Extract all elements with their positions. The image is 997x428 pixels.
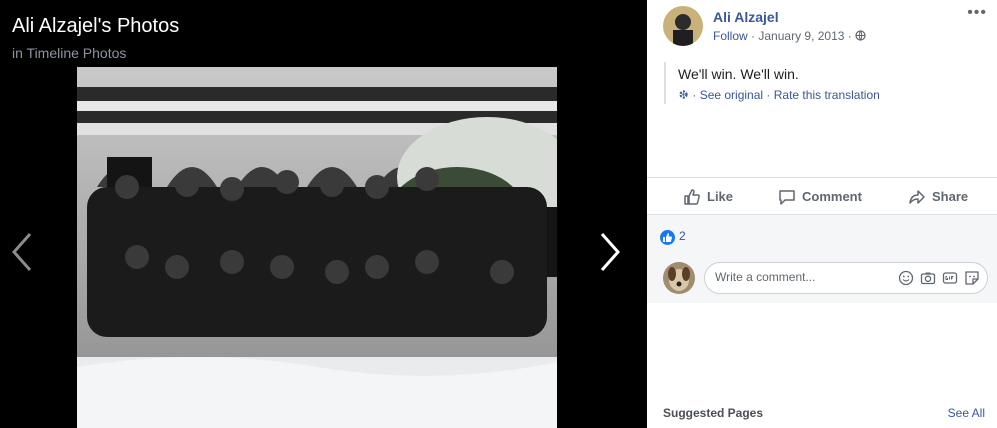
gear-icon bbox=[679, 90, 688, 99]
action-bar: Like Comment Share bbox=[647, 177, 997, 215]
share-label: Share bbox=[932, 189, 969, 204]
comment-input-box[interactable] bbox=[704, 262, 988, 294]
share-button[interactable]: Share bbox=[908, 178, 968, 215]
chevron-left-icon bbox=[11, 233, 32, 271]
author-avatar[interactable] bbox=[663, 6, 703, 46]
photo-image bbox=[77, 67, 557, 428]
like-button[interactable]: Like bbox=[683, 178, 733, 215]
like-label: Like bbox=[707, 189, 734, 204]
meta-separator: · bbox=[751, 29, 756, 43]
ellipsis-icon: ••• bbox=[967, 4, 987, 21]
gif-icon bbox=[942, 272, 958, 284]
photo-viewer: Ali Alzajel's Photos in Timeline Photos bbox=[0, 0, 647, 428]
post-text: We'll win. We'll win. bbox=[678, 66, 799, 82]
see-all-link[interactable]: See All bbox=[948, 406, 985, 420]
previous-photo-button[interactable] bbox=[6, 228, 36, 276]
comment-icons bbox=[897, 269, 981, 287]
meta-separator: · bbox=[847, 29, 852, 43]
like-count[interactable]: 2 bbox=[679, 229, 686, 243]
chevron-right-icon bbox=[600, 233, 621, 271]
post-meta: Follow · January 9, 2013 · bbox=[713, 29, 866, 43]
reactions-section: 2 bbox=[647, 214, 997, 303]
avatar-image bbox=[663, 6, 703, 46]
sticker-icon bbox=[965, 271, 979, 285]
thumbs-up-icon bbox=[684, 188, 700, 205]
rate-translation-link[interactable]: Rate this translation bbox=[774, 88, 880, 102]
speech-bubble-icon bbox=[779, 189, 795, 205]
post-body: We'll win. We'll win. · See original · R… bbox=[664, 62, 880, 104]
meta-separator: · bbox=[692, 88, 697, 102]
next-photo-button[interactable] bbox=[596, 228, 626, 276]
smiley-icon bbox=[898, 270, 914, 286]
sticker-button[interactable] bbox=[963, 269, 981, 287]
emoji-button[interactable] bbox=[897, 269, 915, 287]
comment-button[interactable]: Comment bbox=[778, 178, 862, 215]
comment-label: Comment bbox=[802, 189, 862, 204]
share-arrow-icon bbox=[909, 189, 925, 204]
commenter-avatar bbox=[663, 262, 695, 294]
photo[interactable] bbox=[77, 67, 557, 428]
album-title[interactable]: Ali Alzajel's Photos bbox=[12, 15, 179, 38]
translation-bar: · See original · Rate this translation bbox=[678, 88, 880, 102]
thumbs-up-icon bbox=[663, 233, 672, 242]
globe-icon bbox=[855, 30, 866, 42]
post-date[interactable]: January 9, 2013 bbox=[758, 29, 844, 43]
follow-link[interactable]: Follow bbox=[713, 29, 748, 43]
see-original-link[interactable]: See original bbox=[700, 88, 763, 102]
album-subtitle[interactable]: in Timeline Photos bbox=[12, 45, 126, 61]
photo-details-panel: Ali Alzajel Follow · January 9, 2013 · •… bbox=[647, 0, 997, 428]
meta-separator: · bbox=[766, 88, 771, 102]
author-name[interactable]: Ali Alzajel bbox=[713, 9, 779, 25]
more-options-button[interactable]: ••• bbox=[967, 4, 987, 22]
gif-button[interactable] bbox=[941, 269, 959, 287]
camera-button[interactable] bbox=[919, 269, 937, 287]
comment-input[interactable] bbox=[715, 270, 885, 284]
camera-icon bbox=[920, 272, 936, 285]
avatar-image bbox=[663, 262, 695, 294]
like-reaction-icon[interactable] bbox=[660, 230, 675, 245]
suggested-pages-title: Suggested Pages bbox=[663, 406, 764, 420]
